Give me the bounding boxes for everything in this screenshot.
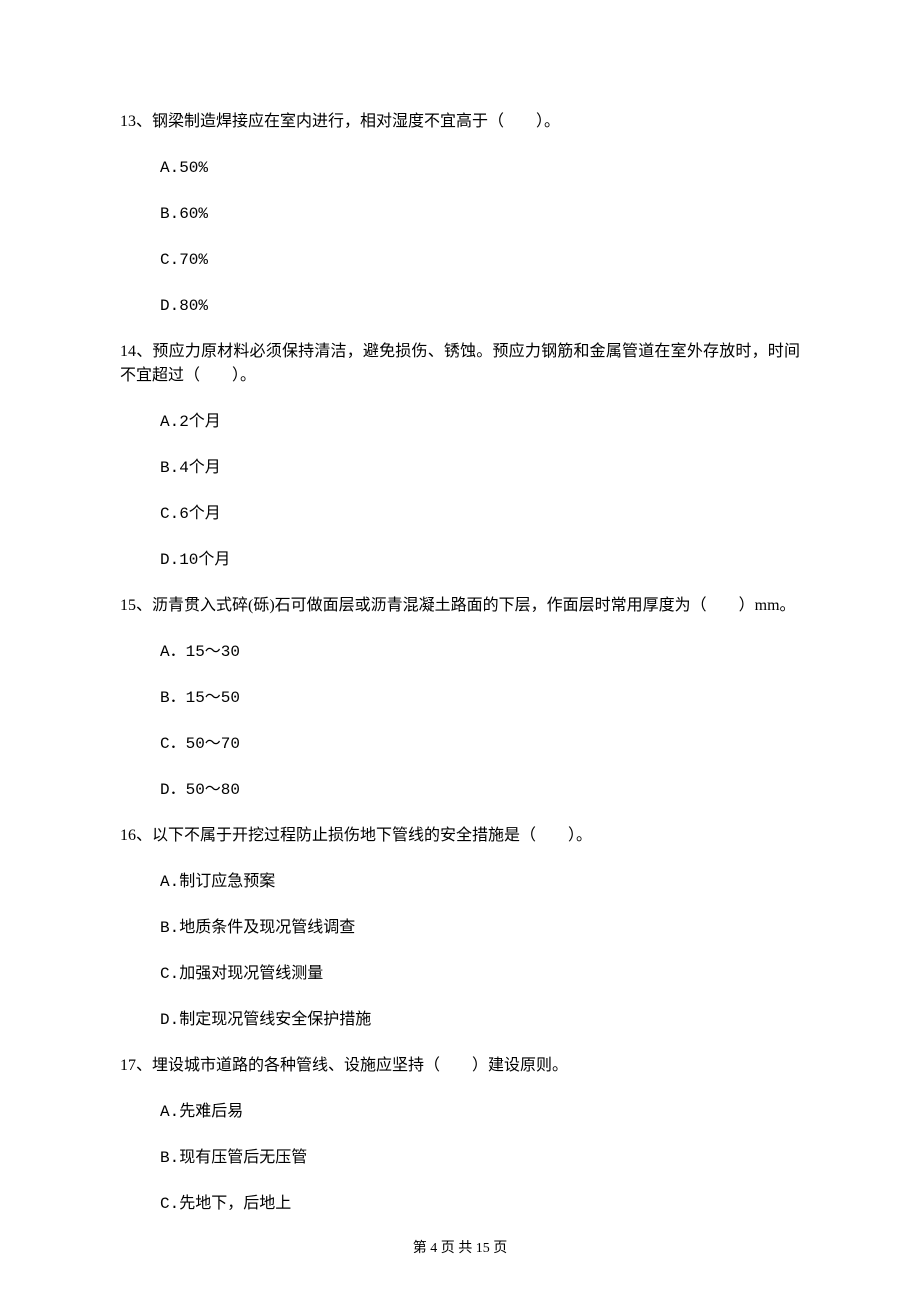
question-13-option-b: B.60% bbox=[160, 202, 800, 226]
page-footer: 第 4 页 共 15 页 bbox=[120, 1238, 800, 1259]
question-14-option-a: A.2个月 bbox=[160, 410, 800, 434]
question-17-option-a: A.先难后易 bbox=[160, 1100, 800, 1124]
question-15-option-d: D．50～80 bbox=[160, 778, 800, 802]
question-14-option-b: B.4个月 bbox=[160, 456, 800, 480]
question-17-option-c: C.先地下，后地上 bbox=[160, 1192, 800, 1216]
question-15-option-a: A．15～30 bbox=[160, 640, 800, 664]
question-15-option-c: C．50～70 bbox=[160, 732, 800, 756]
question-13-stem: 13、钢梁制造焊接应在室内进行，相对湿度不宜高于（ ）。 bbox=[120, 110, 800, 134]
question-13-option-a: A.50% bbox=[160, 156, 800, 180]
question-16-option-b: B.地质条件及现况管线调查 bbox=[160, 916, 800, 940]
question-16-stem: 16、以下不属于开挖过程防止损伤地下管线的安全措施是（ ）。 bbox=[120, 824, 800, 848]
question-14-option-c: C.6个月 bbox=[160, 502, 800, 526]
question-13-option-d: D.80% bbox=[160, 294, 800, 318]
document-page: 13、钢梁制造焊接应在室内进行，相对湿度不宜高于（ ）。 A.50% B.60%… bbox=[0, 0, 920, 1299]
question-17-stem: 17、埋设城市道路的各种管线、设施应坚持（ ）建设原则。 bbox=[120, 1054, 800, 1078]
question-13-option-c: C.70% bbox=[160, 248, 800, 272]
question-16-option-a: A.制订应急预案 bbox=[160, 870, 800, 894]
question-16-option-d: D.制定现况管线安全保护措施 bbox=[160, 1008, 800, 1032]
question-16-option-c: C.加强对现况管线测量 bbox=[160, 962, 800, 986]
question-17-option-b: B.现有压管后无压管 bbox=[160, 1146, 800, 1170]
question-14-stem: 14、预应力原材料必须保持清洁，避免损伤、锈蚀。预应力钢筋和金属管道在室外存放时… bbox=[120, 340, 800, 388]
question-15-stem: 15、沥青贯入式碎(砾)石可做面层或沥青混凝土路面的下层，作面层时常用厚度为（ … bbox=[120, 594, 800, 618]
question-15-option-b: B．15～50 bbox=[160, 686, 800, 710]
question-14-option-d: D.10个月 bbox=[160, 548, 800, 572]
